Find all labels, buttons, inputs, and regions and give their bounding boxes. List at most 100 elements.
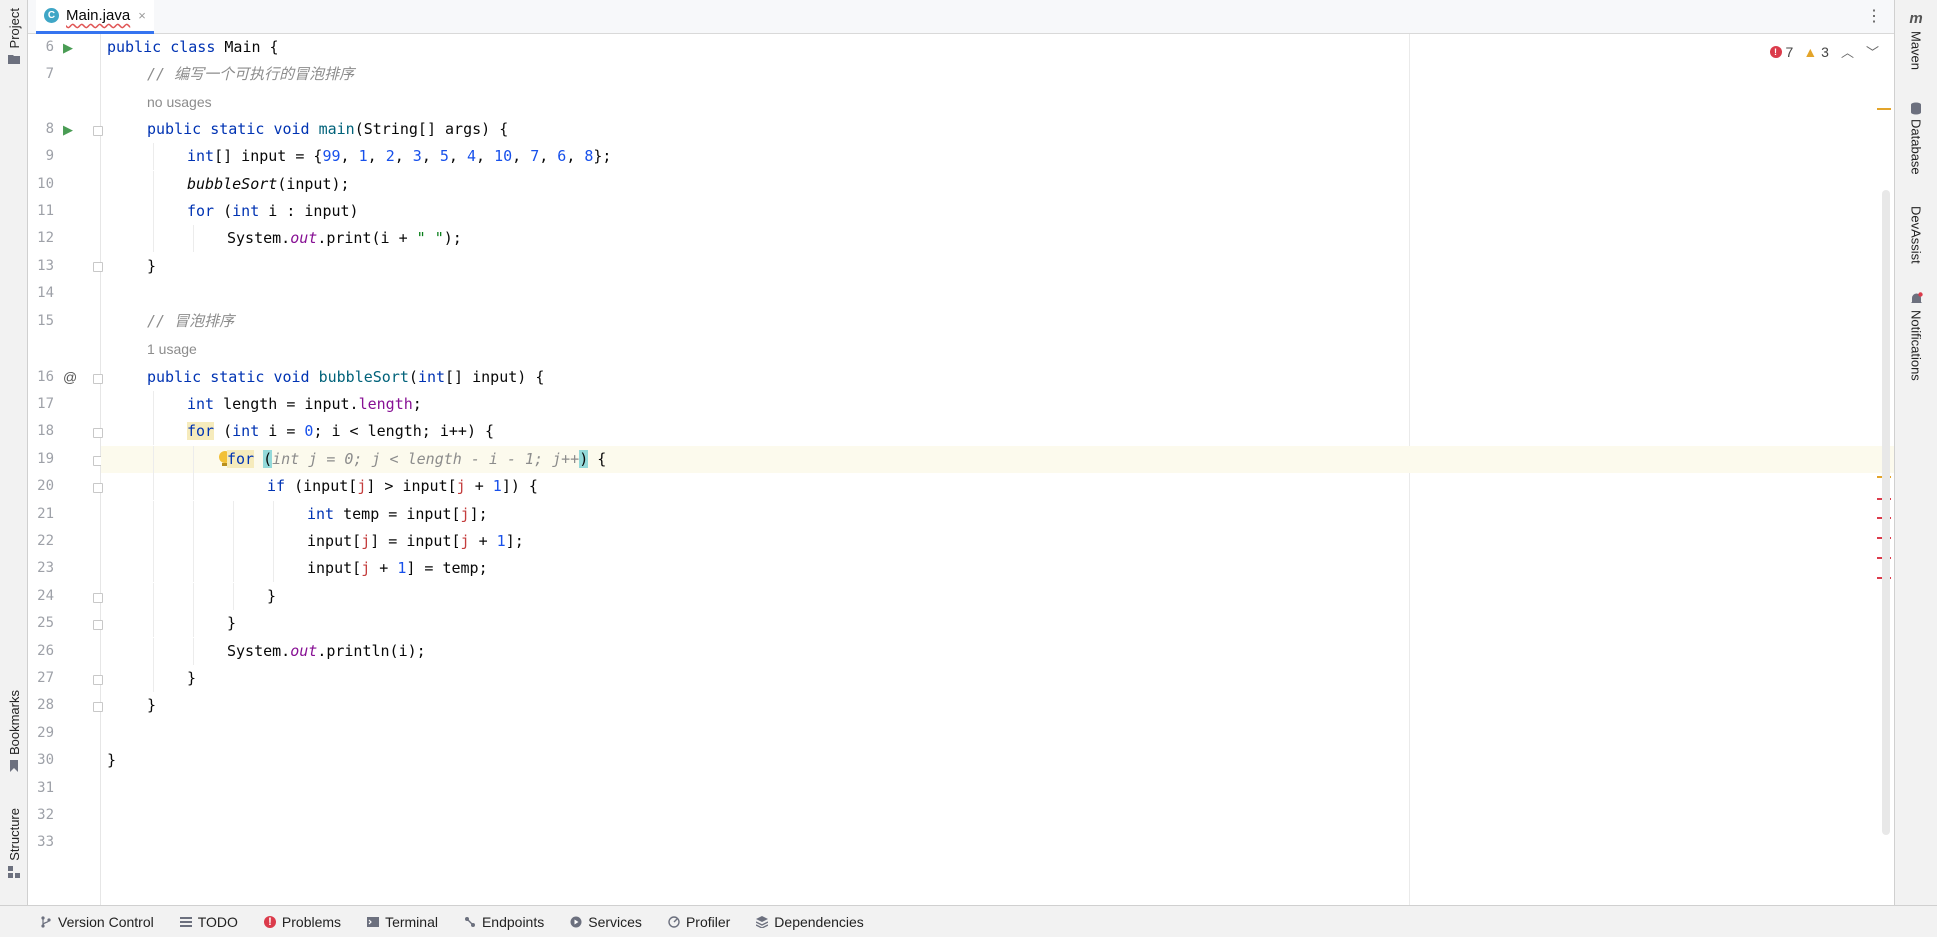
code-text: public static void main(String[] args) {: [147, 120, 509, 138]
services-button[interactable]: Services: [570, 914, 642, 930]
code-editor[interactable]: public class Main { // 编写一个可执行的冒泡排序 no u…: [101, 34, 1894, 906]
endpoints-icon: [464, 916, 475, 927]
terminal-icon: [367, 916, 380, 927]
code-text: input[j + 1] = temp;: [307, 559, 488, 577]
database-tool-button[interactable]: Database: [1895, 102, 1937, 175]
terminal-button[interactable]: Terminal: [367, 914, 438, 930]
code-line: public static void main(String[] args) {: [101, 116, 1894, 143]
inspection-widget[interactable]: ! 7 ▲ 3 ︿ ﹀: [1769, 42, 1879, 61]
more-vertical-icon[interactable]: ⋮: [1866, 6, 1882, 26]
code-text: }: [147, 257, 157, 275]
error-count: 7: [1785, 43, 1794, 60]
code-text: input[j] = input[j + 1];: [307, 532, 524, 550]
code-text: System.out.print(i + " ");: [227, 229, 462, 247]
todo-button[interactable]: TODO: [179, 913, 238, 930]
line-number: 29: [37, 725, 54, 741]
code-line: }: [101, 253, 1894, 280]
code-text: int temp = input[j];: [307, 505, 488, 523]
code-line: // 编写一个可执行的冒泡排序: [101, 61, 1894, 88]
close-icon[interactable]: ×: [138, 8, 146, 23]
error-icon: !: [263, 915, 276, 928]
structure-tool-button[interactable]: Structure: [1, 808, 27, 878]
line-number: 15: [37, 313, 54, 329]
code-text: }: [227, 614, 237, 632]
right-tool-stripe: m Maven Database DevAssist Notifications: [1894, 0, 1937, 905]
database-tool-label: Database: [1908, 119, 1924, 175]
line-number: 13: [37, 258, 54, 274]
dependencies-button[interactable]: Dependencies: [756, 914, 864, 930]
left-tool-stripe: Project Bookmarks Structure: [0, 0, 28, 937]
code-line: int temp = input[j];: [101, 501, 1894, 528]
error-icon: !: [1769, 45, 1782, 58]
code-line: }: [101, 610, 1894, 637]
bookmarks-tool-button[interactable]: Bookmarks: [1, 690, 27, 773]
line-number: 20: [37, 478, 54, 494]
chevron-down-icon[interactable]: ﹀: [1866, 42, 1879, 61]
usages-hint[interactable]: no usages: [147, 89, 212, 115]
code-line: int length = input.length;: [101, 391, 1894, 418]
code-line: input[j + 1] = temp;: [101, 555, 1894, 582]
todo-label: TODO: [197, 913, 238, 930]
code-text: for (int i = 0; i < length; i++) {: [187, 422, 495, 440]
endpoints-button[interactable]: Endpoints: [464, 914, 544, 930]
code-line: public static void bubbleSort(int[] inpu…: [101, 364, 1894, 391]
line-number: 9: [45, 148, 54, 164]
devassist-tool-button[interactable]: DevAssist: [1895, 206, 1937, 264]
code-text: }: [187, 669, 197, 687]
notifications-tool-button[interactable]: Notifications: [1895, 292, 1937, 381]
bell-icon: [1910, 292, 1923, 303]
bookmarks-tool-label: Bookmarks: [6, 690, 22, 756]
usages-hint[interactable]: 1 usage: [147, 336, 197, 362]
tab-main-java[interactable]: C Main.java ×: [36, 0, 154, 34]
editor-gutter: 6 7 8 9 10 11 12 13 14 15 16 17 18 19 20…: [28, 34, 103, 906]
line-number: 6: [45, 39, 54, 55]
code-line: // 冒泡排序: [101, 308, 1894, 335]
line-number: 32: [37, 807, 54, 823]
list-icon: [179, 916, 192, 927]
code-text: if (input[j] > input[j + 1]) {: [267, 477, 538, 495]
code-line: for (int i = 0; i < length; i++) {: [101, 418, 1894, 445]
editor-tab-bar: C Main.java × ⋮: [28, 0, 1894, 34]
structure-tool-label: Structure: [6, 808, 22, 861]
code-line: bubbleSort(input);: [101, 171, 1894, 198]
project-tool-button[interactable]: Project: [1, 8, 27, 65]
code-line: public class Main {: [101, 34, 1894, 61]
code-text: public static void bubbleSort(int[] inpu…: [147, 368, 545, 386]
code-text: for (int i : input): [187, 202, 359, 220]
dependencies-icon: [756, 915, 769, 928]
profiler-icon: [668, 915, 680, 928]
vertical-scrollbar[interactable]: [1882, 190, 1890, 835]
structure-icon: [8, 865, 20, 878]
maven-tool-button[interactable]: m Maven: [1895, 10, 1937, 70]
run-icon[interactable]: ▶: [63, 34, 73, 61]
code-line: input[j] = input[j + 1];: [101, 528, 1894, 555]
code-text: bubbleSort(input);: [187, 175, 350, 193]
java-class-icon: C: [44, 8, 59, 23]
profiler-button[interactable]: Profiler: [668, 914, 730, 930]
project-tool-label: Project: [6, 8, 22, 49]
bottom-tool-bar: Version Control TODO ! Problems Terminal…: [0, 905, 1937, 937]
problems-button[interactable]: ! Problems: [263, 913, 342, 930]
code-line: System.out.print(i + " ");: [101, 225, 1894, 252]
code-text: int[] input = {99, 1, 2, 3, 5, 4, 10, 7,…: [187, 147, 612, 165]
line-number: 22: [37, 533, 54, 549]
line-number: 17: [37, 396, 54, 412]
code-text: public class Main {: [107, 38, 279, 56]
code-line: }: [101, 692, 1894, 719]
line-number: 28: [37, 697, 54, 713]
line-number: 7: [45, 66, 54, 82]
problems-label: Problems: [281, 913, 342, 930]
line-number: 8: [45, 121, 54, 137]
maven-icon: m: [1909, 10, 1923, 27]
line-number: 30: [37, 752, 54, 768]
chevron-up-icon[interactable]: ︿: [1841, 42, 1854, 61]
warning-count: 3: [1821, 43, 1829, 60]
warning-marker[interactable]: [1877, 108, 1891, 110]
version-control-button[interactable]: Version Control: [40, 914, 154, 930]
run-icon[interactable]: ▶: [63, 116, 73, 143]
devassist-tool-label: DevAssist: [1908, 206, 1924, 264]
code-comment: // 编写一个可执行的冒泡排序: [147, 65, 355, 83]
line-number: 19: [37, 451, 54, 467]
terminal-label: Terminal: [385, 913, 438, 930]
override-marker-icon[interactable]: @: [63, 364, 77, 391]
